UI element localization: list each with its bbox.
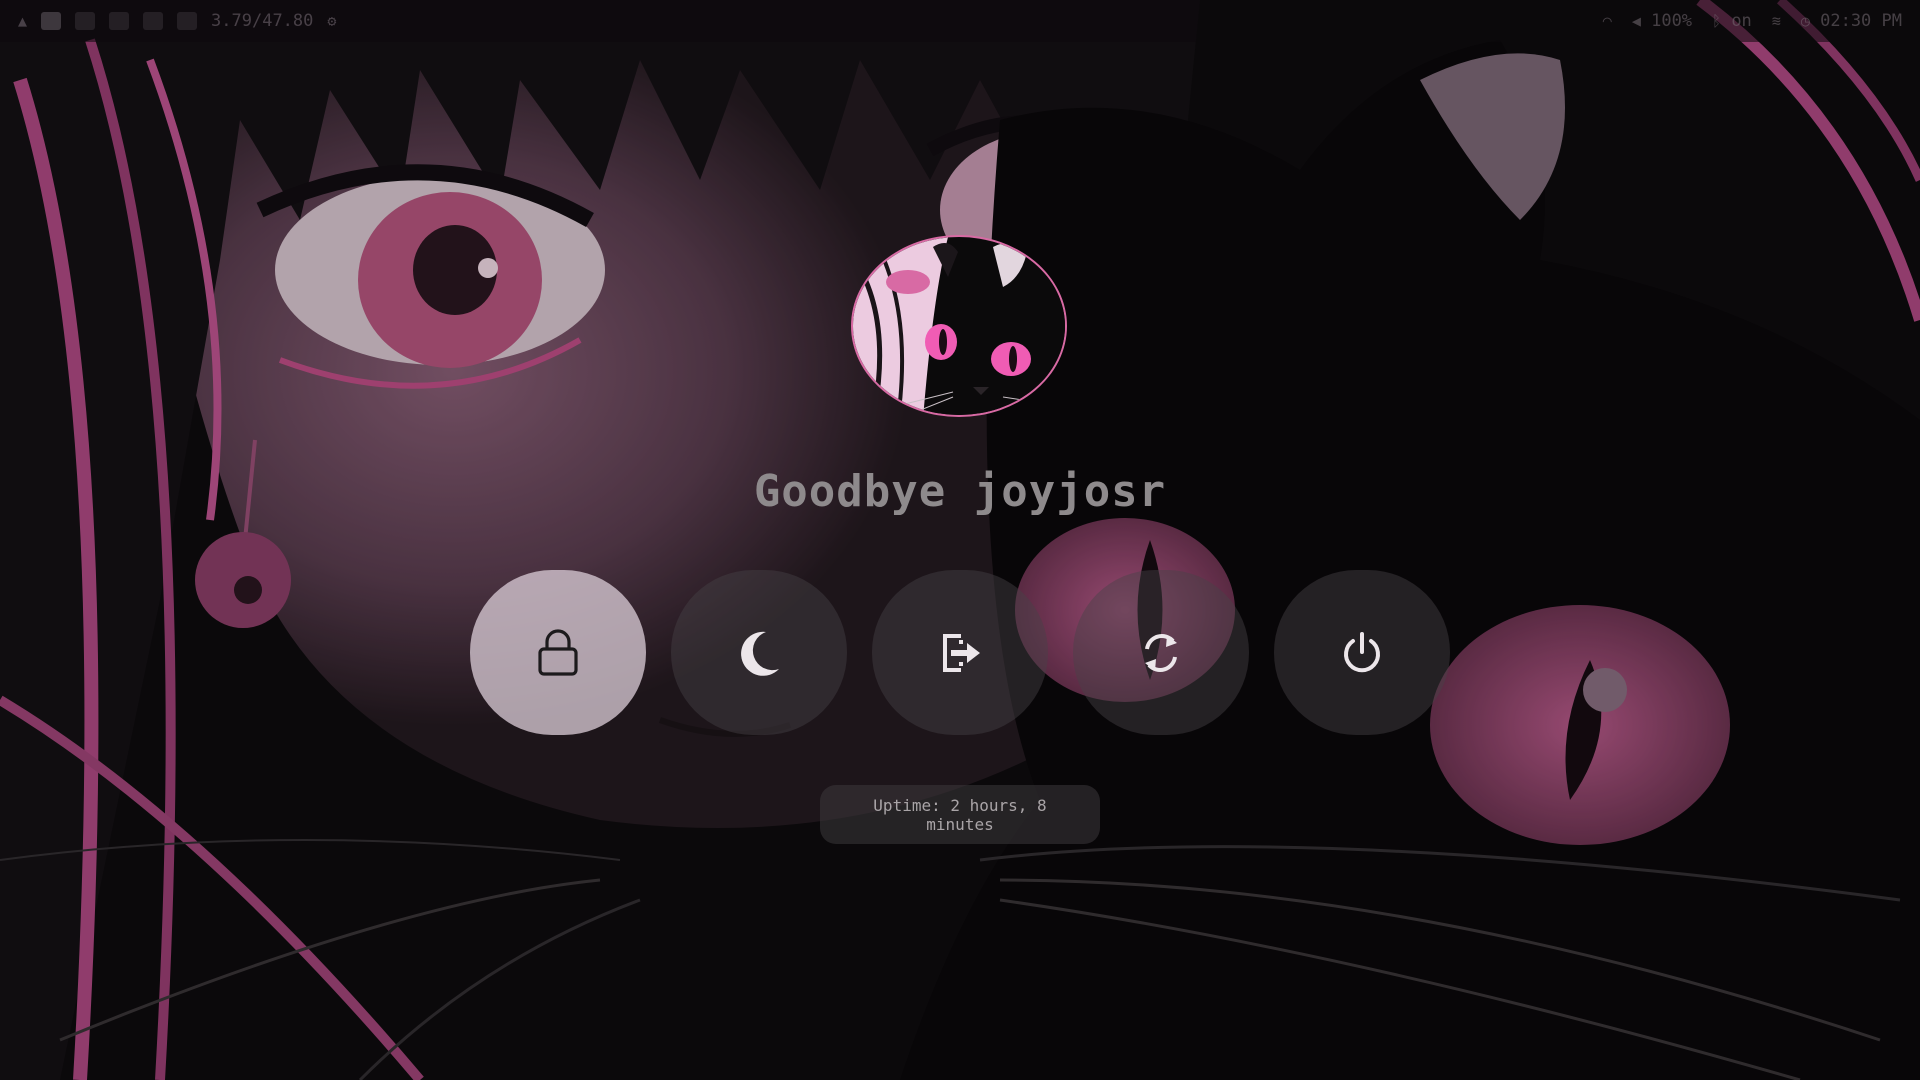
volume-icon: ◀	[1631, 12, 1641, 30]
workspace-3[interactable]	[109, 12, 130, 30]
lock-button[interactable]	[470, 570, 646, 735]
clock-icon: ◷	[1800, 12, 1810, 30]
workspace-4[interactable]	[143, 12, 164, 30]
logout-screen: ▲ 3.79/47.80 ⚙ ◠ ◀ 100% ᛒ on ≋ ◷ 02:30 P…	[0, 0, 1920, 1080]
reboot-button[interactable]	[1073, 570, 1249, 735]
volume-status[interactable]: ◀ 100%	[1632, 11, 1692, 31]
launcher-icon[interactable]: ▲	[18, 12, 27, 30]
bluetooth-status[interactable]: ᛒ on	[1712, 11, 1752, 31]
clock-text: 02:30 PM	[1820, 11, 1902, 31]
cpu-load-text: 3.79/47.80	[211, 11, 314, 31]
suspend-button[interactable]	[671, 570, 847, 735]
reboot-icon	[1145, 633, 1177, 672]
bluetooth-text: on	[1731, 11, 1752, 31]
bluetooth-icon: ᛒ	[1712, 12, 1722, 30]
volume-text: 100%	[1651, 11, 1693, 31]
greeting-text: Goodbye joyjosr	[753, 466, 1167, 517]
workspace-2[interactable]	[75, 12, 96, 30]
power-actions	[470, 570, 1450, 735]
workspace-1[interactable]	[41, 12, 62, 30]
workspace-5[interactable]	[177, 12, 198, 30]
uptime-label: Uptime: 2 hours, 8 minutes	[820, 785, 1100, 844]
wifi-icon[interactable]: ≋	[1772, 12, 1781, 30]
avatar-cat-image	[853, 237, 1065, 415]
user-avatar	[851, 235, 1067, 417]
lock-icon	[538, 628, 578, 676]
gear-icon: ⚙	[327, 12, 337, 30]
logout-button[interactable]	[872, 570, 1048, 735]
logout-icon	[943, 633, 980, 672]
power-icon	[1344, 631, 1380, 672]
clock[interactable]: ◷ 02:30 PM	[1801, 11, 1902, 31]
dim-overlay	[0, 0, 1920, 1080]
network-icon[interactable]: ◠	[1603, 12, 1612, 30]
status-bar-right: ◠ ◀ 100% ᛒ on ≋ ◷ 02:30 PM	[1603, 11, 1902, 31]
status-bar: ▲ 3.79/47.80 ⚙ ◠ ◀ 100% ᛒ on ≋ ◷ 02:30 P…	[0, 0, 1920, 42]
moon-icon	[741, 631, 779, 676]
shutdown-button[interactable]	[1274, 570, 1450, 735]
status-bar-left: ▲ 3.79/47.80 ⚙	[18, 11, 336, 31]
